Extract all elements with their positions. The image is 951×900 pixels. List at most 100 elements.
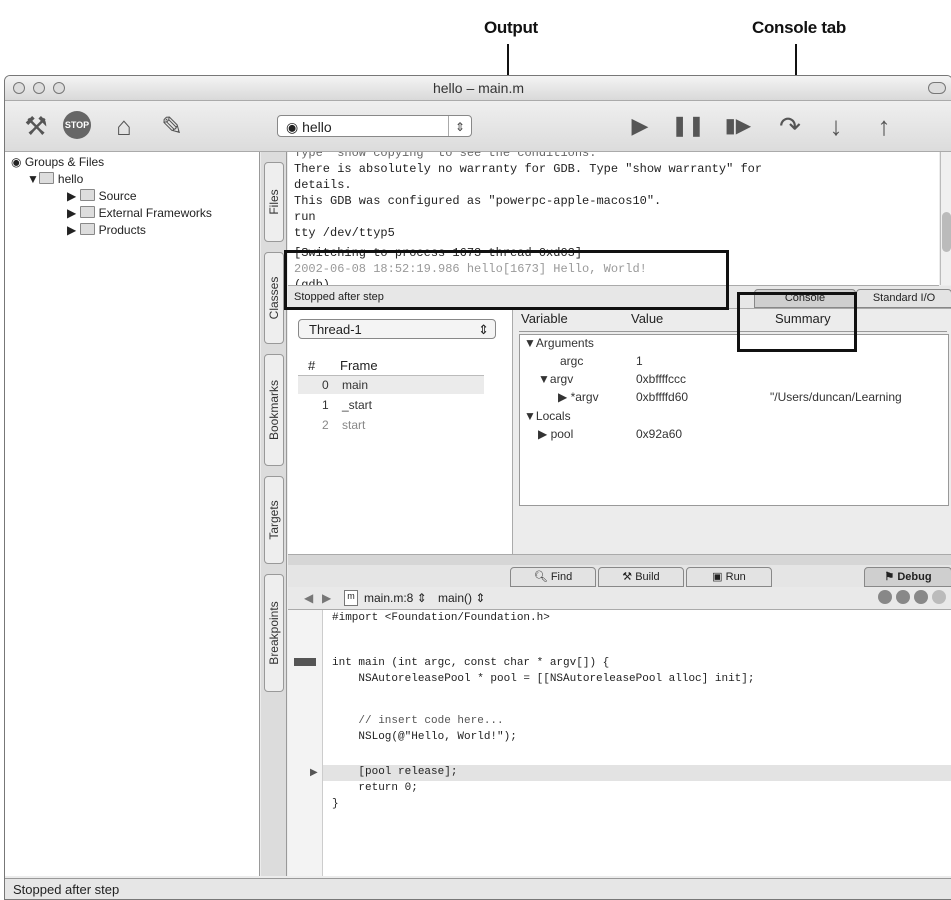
toolbar-toggle-button[interactable] (928, 82, 946, 94)
clean-icon[interactable]: ⌂ (107, 109, 141, 143)
disclosure-open-icon: ▼ (27, 172, 39, 186)
target-popup[interactable]: ◉ hello ⇕ (277, 115, 472, 137)
disclosure-closed-icon: ▶ (558, 390, 571, 404)
tree-item-products[interactable]: ▶ Products (67, 223, 146, 237)
tab-targets[interactable]: Targets (264, 476, 284, 564)
var-argv[interactable]: ▼argv (538, 372, 573, 386)
frame-table-header: # Frame (298, 357, 484, 376)
forward-arrow-icon[interactable]: ▶ (322, 591, 331, 605)
tree-item-external-frameworks[interactable]: ▶ External Frameworks (67, 206, 212, 220)
build-hammer-icon[interactable]: ⚒ (19, 109, 53, 143)
tab-standard-io[interactable]: Standard I/O (856, 289, 951, 308)
continue-icon[interactable]: ▶ (623, 109, 657, 143)
back-arrow-icon[interactable]: ◀ (304, 591, 313, 605)
groups-files-panel: ◉ Groups & Files ▼ hello ▶ Source ▶ Exter… (5, 152, 260, 876)
code-line: int main (int argc, const char * argv[])… (332, 657, 610, 669)
var-pool[interactable]: ▶ pool (538, 427, 573, 441)
console-line: Type "show copying" to see the condition… (294, 152, 597, 160)
frame-num: 0 (322, 378, 329, 392)
var-name: argc (560, 354, 584, 368)
bottom-tab-bar: 🔍︎ Find ⚒ Build ▣ Run ⚑ Debug (288, 565, 951, 587)
tab-bookmarks[interactable]: Bookmarks (264, 354, 284, 466)
console-line: This GDB was configured as "powerpc-appl… (294, 194, 662, 208)
group-locals[interactable]: ▼Locals (524, 409, 571, 423)
disclosure-closed-icon: ▶ (67, 206, 80, 220)
code-editor[interactable]: ▶ #import <Foundation/Foundation.h> int … (288, 610, 951, 876)
pause-icon[interactable]: ❚❚ (671, 109, 705, 143)
col-variable[interactable]: Variable (521, 311, 568, 326)
stop-icon[interactable]: STOP (63, 111, 91, 139)
step-over-icon[interactable]: ↷ (773, 109, 807, 143)
var-value: 0xbffffccc (636, 372, 687, 386)
target-label: hello (302, 119, 332, 135)
folder-icon (79, 189, 95, 201)
pc-arrow-icon: ▶ (310, 767, 318, 778)
function-popup[interactable]: main() ⇕ (438, 591, 485, 605)
thread-popup[interactable]: Thread-1 ⇕ (298, 319, 496, 339)
breakpoint-marker-icon[interactable] (294, 658, 316, 666)
group-arguments[interactable]: ▼Arguments (524, 336, 594, 350)
step-into-icon[interactable]: ↓ (819, 109, 853, 143)
tree-item-project[interactable]: ▼ hello (27, 172, 83, 186)
window-status-bar: Stopped after step (5, 878, 951, 899)
xcode-window: hello – main.m ⚒ STOP ⌂ ✎ ◉ hello ⇕ ▶ ❚❚… (4, 75, 951, 900)
output-callout-label: Output (484, 18, 538, 37)
lock-icon[interactable] (896, 590, 910, 604)
tab-find[interactable]: 🔍︎ Find (510, 567, 596, 587)
step-out-icon[interactable]: ↑ (867, 109, 901, 143)
variables-panel: Variable Value Summary ▼Arguments argc 1… (513, 309, 951, 554)
code-line: #import <Foundation/Foundation.h> (332, 612, 550, 624)
split-editor-icon[interactable] (932, 590, 946, 604)
variables-outline[interactable]: ▼Arguments argc 1 ▼argv 0xbffffccc ▶ *ar… (519, 334, 949, 506)
console-line: run (294, 210, 316, 224)
tab-debug[interactable]: ⚑ Debug (864, 567, 951, 587)
frame-name[interactable]: start (342, 418, 365, 432)
header-divider (519, 331, 947, 332)
step-next-icon[interactable]: ▮▶ (721, 109, 755, 143)
scroll-thumb[interactable] (942, 212, 951, 252)
var-argv-star[interactable]: ▶ *argv (558, 390, 599, 404)
folder-icon (79, 206, 95, 218)
side-tab-strip: Files Classes Bookmarks Targets Breakpoi… (261, 152, 287, 876)
var-value: 0x92a60 (636, 427, 683, 441)
tab-run[interactable]: ▣ Run (686, 567, 772, 587)
window-title: hello – main.m (432, 80, 525, 96)
frame-name[interactable]: main (342, 378, 368, 392)
find-icon: 🔍︎ (533, 571, 551, 583)
var-value: 0xbffffd60 (636, 390, 689, 404)
disclosure-closed-icon: ▶ (538, 427, 551, 441)
tab-console[interactable]: Console (754, 289, 856, 308)
console-line: details. (294, 178, 352, 192)
tab-classes[interactable]: Classes (264, 252, 284, 344)
tree-item-source[interactable]: ▶ Source (67, 189, 137, 203)
console-scrollbar[interactable] (940, 152, 951, 285)
toolbar: ⚒ STOP ⌂ ✎ ◉ hello ⇕ ▶ ❚❚ ▮▶ ↷ ↓ ↑ (5, 101, 951, 152)
frame-num: 2 (322, 418, 329, 432)
broom-icon[interactable]: ✎ (155, 109, 189, 143)
gdb-console[interactable]: Type "show copying" to see the condition… (288, 152, 939, 286)
tab-files[interactable]: Files (264, 162, 284, 242)
code-line: NSLog(@"Hello, World!"); (332, 731, 517, 743)
frame-name[interactable]: _start (342, 398, 372, 412)
editor-gutter[interactable]: ▶ (288, 610, 323, 876)
counterpart-icon[interactable] (914, 590, 928, 604)
project-icon (38, 172, 54, 184)
bookmark-icon[interactable] (878, 590, 892, 604)
tab-build[interactable]: ⚒ Build (598, 567, 684, 587)
groups-files-header[interactable]: ◉ Groups & Files (11, 155, 104, 169)
console-prompt: (gdb) (294, 278, 331, 286)
stack-panel: Thread-1 ⇕ # Frame 0 main 1 _start 2 sta… (288, 309, 513, 554)
file-popup[interactable]: main.m:8 ⇕ (364, 591, 427, 605)
popup-chevron-icon: ⇕ (448, 116, 471, 136)
hammer-icon: ⚒ (622, 571, 636, 583)
groups-icon: ◉ (11, 155, 25, 169)
popup-chevron-icon: ⇕ (478, 322, 489, 337)
code-line: } (332, 798, 339, 810)
disclosure-closed-icon: ▶ (67, 189, 80, 203)
col-summary[interactable]: Summary (775, 311, 831, 326)
var-summary: "/Users/duncan/Learning (770, 390, 902, 404)
col-value[interactable]: Value (631, 311, 663, 326)
tab-breakpoints[interactable]: Breakpoints (264, 574, 284, 692)
title-bar: hello – main.m (5, 76, 951, 101)
run-icon: ▣ (712, 571, 726, 583)
